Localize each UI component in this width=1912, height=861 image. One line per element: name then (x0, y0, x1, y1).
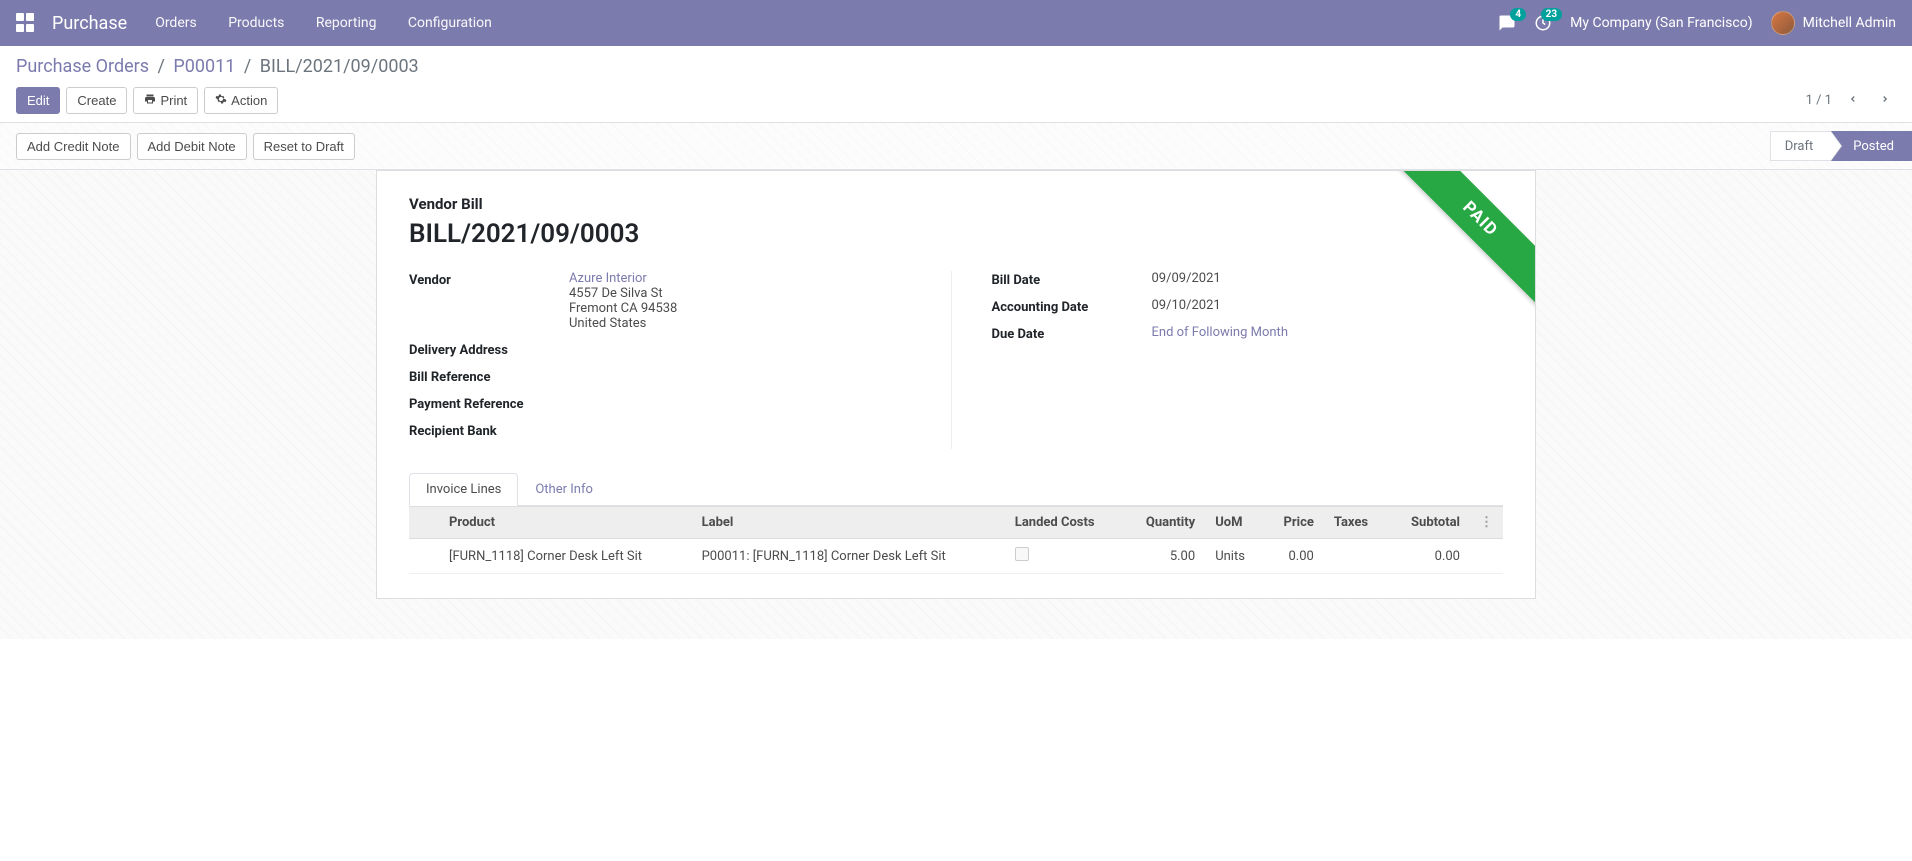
th-landed[interactable]: Landed Costs (1005, 507, 1123, 539)
user-name: Mitchell Admin (1803, 15, 1896, 31)
menu-configuration[interactable]: Configuration (408, 15, 492, 31)
th-options[interactable]: ⋮ (1470, 507, 1503, 539)
label-bank: Recipient Bank (409, 422, 569, 439)
th-label[interactable]: Label (692, 507, 1005, 539)
cell-subtotal: 0.00 (1388, 539, 1470, 574)
activity-icon[interactable]: 23 (1534, 14, 1552, 32)
vendor-city: Fremont CA 94538 (569, 301, 921, 316)
th-qty[interactable]: Quantity (1123, 507, 1205, 539)
cell-uom: Units (1205, 539, 1264, 574)
pager: 1 / 1 (1806, 90, 1896, 112)
label-duedate: Due Date (992, 325, 1152, 342)
cell-price: 0.00 (1264, 539, 1324, 574)
menu-orders[interactable]: Orders (155, 15, 197, 31)
tabs: Invoice Lines Other Info (409, 473, 1503, 506)
table-row[interactable]: [FURN_1118] Corner Desk Left Sit P00011:… (409, 539, 1503, 574)
tab-other-info[interactable]: Other Info (518, 473, 610, 506)
breadcrumb-root[interactable]: Purchase Orders (16, 56, 149, 77)
menu-products[interactable]: Products (228, 15, 284, 31)
th-product[interactable]: Product (439, 507, 692, 539)
label-billdate: Bill Date (992, 271, 1152, 288)
th-uom[interactable]: UoM (1205, 507, 1264, 539)
messaging-icon[interactable]: 4 (1498, 14, 1516, 32)
print-button[interactable]: Print (133, 87, 198, 114)
form-sheet: PAID Vendor Bill BILL/2021/09/0003 Vendo… (376, 170, 1536, 599)
pager-prev[interactable] (1842, 90, 1864, 112)
add-debit-note-button[interactable]: Add Debit Note (137, 133, 247, 160)
reset-to-draft-button[interactable]: Reset to Draft (253, 133, 355, 160)
status-bar: Add Credit Note Add Debit Note Reset to … (0, 123, 1912, 170)
create-button[interactable]: Create (66, 87, 127, 114)
action-button[interactable]: Action (204, 87, 278, 114)
value-billdate: 09/09/2021 (1152, 271, 1504, 288)
label-payref: Payment Reference (409, 395, 569, 412)
add-credit-note-button[interactable]: Add Credit Note (16, 133, 131, 160)
control-bar: Purchase Orders / P00011 / BILL/2021/09/… (0, 46, 1912, 123)
label-vendor: Vendor (409, 271, 569, 331)
landed-checkbox[interactable] (1015, 547, 1029, 561)
breadcrumb-parent[interactable]: P00011 (173, 56, 235, 77)
user-menu[interactable]: Mitchell Admin (1771, 11, 1896, 35)
cell-landed (1005, 539, 1123, 574)
activity-count: 23 (1541, 8, 1562, 21)
tab-invoice-lines[interactable]: Invoice Lines (409, 473, 518, 506)
cell-label: P00011: [FURN_1118] Corner Desk Left Sit (692, 539, 1005, 574)
pager-next[interactable] (1874, 90, 1896, 112)
top-nav: Purchase Orders Products Reporting Confi… (0, 0, 1912, 46)
edit-button[interactable]: Edit (16, 87, 60, 114)
vendor-street: 4557 De Silva St (569, 286, 921, 301)
label-delivery: Delivery Address (409, 341, 569, 358)
status-posted[interactable]: Posted (1831, 131, 1912, 161)
apps-icon[interactable] (16, 13, 36, 33)
vendor-link[interactable]: Azure Interior (569, 271, 647, 286)
th-price[interactable]: Price (1264, 507, 1324, 539)
cell-product: [FURN_1118] Corner Desk Left Sit (439, 539, 692, 574)
cell-taxes (1324, 539, 1388, 574)
invoice-lines-table: Product Label Landed Costs Quantity UoM … (409, 506, 1503, 574)
page-title: BILL/2021/09/0003 (409, 219, 1503, 249)
th-taxes[interactable]: Taxes (1324, 507, 1388, 539)
label-acctdate: Accounting Date (992, 298, 1152, 315)
th-subtotal[interactable]: Subtotal (1388, 507, 1470, 539)
label-billref: Bill Reference (409, 368, 569, 385)
value-duedate[interactable]: End of Following Month (1152, 325, 1288, 340)
pager-text: 1 / 1 (1806, 93, 1832, 108)
breadcrumb: Purchase Orders / P00011 / BILL/2021/09/… (16, 56, 1896, 77)
vendor-country: United States (569, 316, 921, 331)
main-menu: Orders Products Reporting Configuration (155, 15, 520, 31)
title-label: Vendor Bill (409, 195, 1503, 213)
avatar (1771, 11, 1795, 35)
company-selector[interactable]: My Company (San Francisco) (1570, 15, 1752, 31)
breadcrumb-current: BILL/2021/09/0003 (260, 56, 419, 77)
status-draft[interactable]: Draft (1770, 131, 1832, 161)
app-brand[interactable]: Purchase (52, 13, 127, 34)
print-icon (144, 93, 156, 108)
gear-icon (215, 93, 227, 108)
value-acctdate: 09/10/2021 (1152, 298, 1504, 315)
status-steps: Draft Posted (1770, 131, 1912, 161)
messaging-count: 4 (1510, 8, 1526, 21)
cell-qty: 5.00 (1123, 539, 1205, 574)
menu-reporting[interactable]: Reporting (316, 15, 377, 31)
